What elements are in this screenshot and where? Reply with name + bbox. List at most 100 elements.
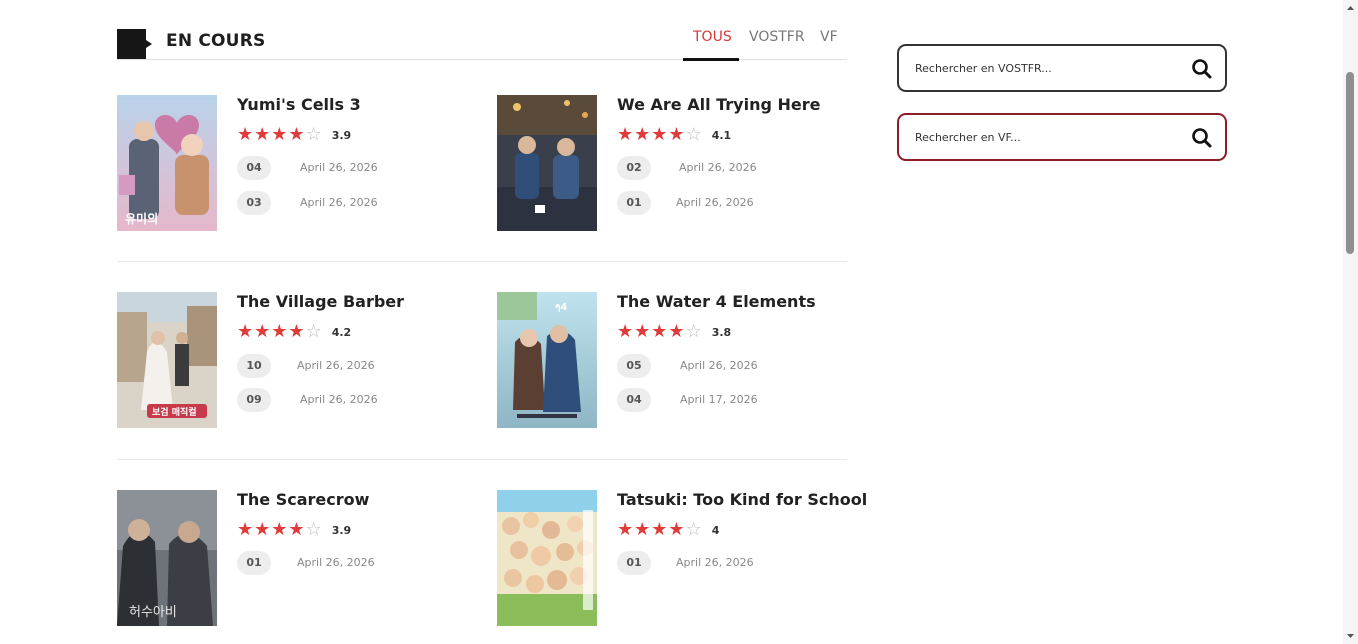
episode-date: April 17, 2026: [680, 393, 758, 406]
star-icon: ★: [634, 519, 651, 540]
star-rating: ★ ★ ★ ★ ☆ 3.8: [617, 323, 731, 341]
poster-image[interactable]: [497, 490, 597, 626]
star-icon: ★: [288, 519, 305, 540]
show-card: 보검 매직컬 The Village Barber ★ ★ ★ ★ ☆ 4.2 10 A…: [117, 292, 477, 432]
episode-row[interactable]: 10 April 26, 2026: [237, 354, 477, 378]
star-empty-icon: ☆: [305, 321, 322, 342]
star-icon: ★: [651, 519, 668, 540]
show-card: ๆ4 The Water 4 Elements ★ ★ ★ ★ ☆ 3.8 05 Apr…: [497, 292, 857, 432]
poster-image[interactable]: 보검 매직컬: [117, 292, 217, 428]
star-icon: ★: [634, 124, 651, 145]
star-icon: ★: [617, 124, 634, 145]
star-icon: ★: [668, 519, 685, 540]
show-title[interactable]: We Are All Trying Here: [617, 95, 820, 114]
star-icon: ★: [237, 321, 254, 342]
show-card: 유미의 Yumi's Cells 3 ★ ★ ★ ★ ☆ 3.9 04 April 26…: [117, 95, 477, 235]
search-vf-box: [897, 113, 1227, 161]
poster-image[interactable]: 유미의: [117, 95, 217, 231]
search-vf-input[interactable]: [915, 127, 1175, 147]
tab-vf[interactable]: VF: [820, 29, 838, 45]
poster-image[interactable]: [497, 95, 597, 231]
show-title[interactable]: The Scarecrow: [237, 490, 369, 509]
svg-text:허수아비: 허수아비: [129, 605, 177, 620]
star-empty-icon: ☆: [685, 124, 702, 145]
svg-text:보검 매직컬: 보검 매직컬: [152, 406, 197, 418]
episode-badge[interactable]: 01: [617, 191, 651, 215]
star-icon: ★: [288, 124, 305, 145]
star-icon: ★: [271, 519, 288, 540]
scrollbar-thumb[interactable]: [1346, 72, 1354, 254]
episode-row[interactable]: 09 April 26, 2026: [237, 388, 477, 412]
star-icon: ★: [651, 321, 668, 342]
active-tab-indicator: [683, 58, 739, 61]
rating-value: 3.9: [331, 128, 352, 142]
row-divider: [117, 261, 847, 262]
episode-row[interactable]: 03 April 26, 2026: [237, 191, 477, 215]
section-title: EN COURS: [166, 31, 266, 51]
episode-date: April 26, 2026: [680, 359, 758, 372]
show-title[interactable]: Tatsuki: Too Kind for School: [617, 490, 867, 509]
rating-value: 3.9: [331, 523, 352, 537]
star-empty-icon: ☆: [305, 519, 322, 540]
show-title[interactable]: The Village Barber: [237, 292, 404, 311]
section-header: EN COURS TOUS VOSTFR VF: [117, 28, 847, 61]
episode-date: April 26, 2026: [300, 393, 378, 406]
search-icon[interactable]: [1191, 127, 1213, 149]
tab-vostfr[interactable]: VOSTFR: [749, 29, 805, 45]
star-icon: ★: [271, 321, 288, 342]
episode-badge[interactable]: 05: [617, 354, 651, 378]
tab-tous[interactable]: TOUS: [693, 29, 732, 45]
episode-badge[interactable]: 03: [237, 191, 271, 215]
star-icon: ★: [617, 519, 634, 540]
svg-text:유미의: 유미의: [125, 211, 158, 226]
episode-date: April 26, 2026: [676, 196, 754, 209]
episode-badge[interactable]: 09: [237, 388, 271, 412]
episode-badge[interactable]: 02: [617, 156, 651, 180]
star-rating: ★ ★ ★ ★ ☆ 3.9: [237, 521, 351, 539]
star-icon: ★: [651, 124, 668, 145]
star-icon: ★: [634, 321, 651, 342]
episode-badge[interactable]: 10: [237, 354, 271, 378]
show-card: Tatsuki: Too Kind for School ★ ★ ★ ★ ☆ 4 01 …: [497, 490, 867, 630]
rating-value: 3.8: [711, 325, 732, 339]
star-icon: ★: [254, 519, 271, 540]
star-icon: ★: [237, 124, 254, 145]
show-title[interactable]: The Water 4 Elements: [617, 292, 816, 311]
episode-badge[interactable]: 01: [617, 551, 651, 575]
poster-image[interactable]: 허수아비: [117, 490, 217, 626]
show-title[interactable]: Yumi's Cells 3: [237, 95, 361, 114]
scroll-down-arrow-icon[interactable]: [1346, 631, 1355, 640]
episode-date: April 26, 2026: [297, 556, 375, 569]
row-divider: [117, 459, 847, 460]
search-icon[interactable]: [1191, 58, 1213, 80]
star-icon: ★: [617, 321, 634, 342]
star-icon: ★: [668, 124, 685, 145]
star-icon: ★: [254, 124, 271, 145]
episode-badge[interactable]: 01: [237, 551, 271, 575]
episode-row[interactable]: 01 April 26, 2026: [617, 191, 857, 215]
star-icon: ★: [668, 321, 685, 342]
rating-value: 4.1: [711, 128, 732, 142]
episode-badge[interactable]: 04: [237, 156, 271, 180]
episode-date: April 26, 2026: [679, 161, 757, 174]
poster-image[interactable]: ๆ4: [497, 292, 597, 428]
star-icon: ★: [237, 519, 254, 540]
star-rating: ★ ★ ★ ★ ☆ 4.1: [617, 126, 731, 144]
show-card: 허수아비 The Scarecrow ★ ★ ★ ★ ☆ 3.9 01 April 26…: [117, 490, 477, 630]
episode-row[interactable]: 01 April 26, 2026: [237, 551, 477, 575]
star-icon: ★: [254, 321, 271, 342]
episode-date: April 26, 2026: [300, 161, 378, 174]
episode-row[interactable]: 02 April 26, 2026: [617, 156, 857, 180]
episode-date: April 26, 2026: [300, 196, 378, 209]
show-card: We Are All Trying Here ★ ★ ★ ★ ☆ 4.1 02 Apri…: [497, 95, 857, 235]
rating-value: 4: [711, 523, 720, 537]
episode-date: April 26, 2026: [297, 359, 375, 372]
scrollbar[interactable]: [1343, 0, 1358, 644]
episode-row[interactable]: 04 April 17, 2026: [617, 388, 857, 412]
episode-row[interactable]: 01 April 26, 2026: [617, 551, 857, 575]
episode-badge[interactable]: 04: [617, 388, 651, 412]
episode-row[interactable]: 05 April 26, 2026: [617, 354, 857, 378]
scroll-up-arrow-icon[interactable]: [1346, 4, 1355, 13]
search-vostfr-input[interactable]: [915, 58, 1175, 78]
episode-row[interactable]: 04 April 26, 2026: [237, 156, 477, 180]
